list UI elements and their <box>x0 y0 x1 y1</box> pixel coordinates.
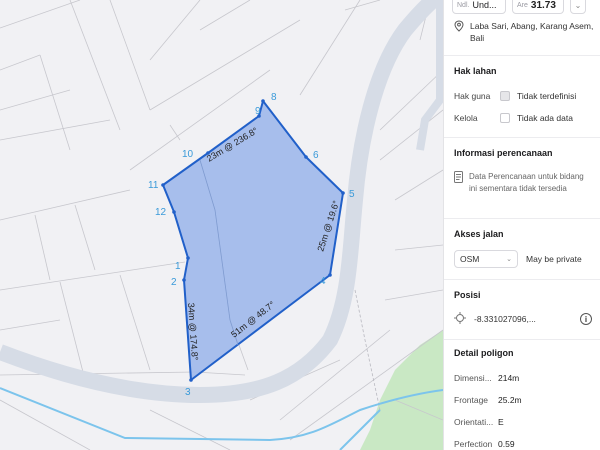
section-title-posisi: Posisi <box>454 290 481 300</box>
vertex-label: 8 <box>271 92 277 103</box>
side-road <box>416 0 443 151</box>
section-title-detail-poligon: Detail poligon <box>454 348 514 358</box>
detail-row: Perfection 0.59 <box>454 438 592 450</box>
map-canvas[interactable]: 1 2 3 4 5 6 8 9 10 11 12 23m @ 236.8° 25… <box>0 0 443 450</box>
chevron-down-icon[interactable]: ⌄ <box>570 0 586 14</box>
vertex-label: 5 <box>349 189 355 200</box>
section-title-perencanaan: Informasi perencanaan <box>454 148 553 158</box>
vertex-label: 11 <box>148 180 159 191</box>
detail-row: Dimensi... 214m <box>454 372 592 384</box>
kelola-value: Tidak ada data <box>517 113 573 123</box>
detail-value: 0.59 <box>498 439 515 449</box>
divider <box>444 137 600 138</box>
hak-guna-label: Hak guna <box>454 91 491 101</box>
detail-value: 214m <box>498 373 520 383</box>
road-source-select[interactable]: OSM ⌄ <box>454 250 518 268</box>
hak-guna-checkbox[interactable] <box>500 91 510 101</box>
section-title-akses-jalan: Akses jalan <box>454 229 504 239</box>
section-title-hak-lahan: Hak lahan <box>454 66 497 76</box>
vertex-label: 2 <box>171 277 177 288</box>
vertex-label: 9 <box>255 106 261 117</box>
akses-row: OSM ⌄ May be private <box>454 250 592 268</box>
area-label: Are <box>517 1 528 9</box>
area-field[interactable]: Are 31.73 <box>512 0 564 14</box>
road-source-value: OSM <box>460 254 480 264</box>
vertex-label: 1 <box>175 261 181 272</box>
vertex-label: 3 <box>185 387 191 398</box>
map-pin-icon <box>454 20 464 44</box>
road-access-note: May be private <box>526 254 582 264</box>
detail-key: Frontage <box>454 395 489 405</box>
parcel-detail-panel: Ndl. Und... Are 31.73 ⌄ Laba Sari, Abang… <box>443 0 600 450</box>
divider <box>444 55 600 56</box>
vertex-label: 4 <box>320 276 326 287</box>
detail-row: Orientati... E <box>454 416 592 428</box>
kelola-label: Kelola <box>454 113 478 123</box>
position-value[interactable]: -8.331027096,... <box>474 314 536 324</box>
unit-value: Und... <box>472 0 497 10</box>
park-area <box>360 330 443 450</box>
detail-key: Dimensi... <box>454 373 492 383</box>
position-row: -8.331027096,... i <box>454 312 592 326</box>
perencanaan-text: Data Perencanaan untuk bidang ini sement… <box>469 172 584 193</box>
unit-area-row: Ndl. Und... Are 31.73 ⌄ <box>452 0 596 14</box>
divider <box>444 339 600 340</box>
document-icon <box>454 171 463 195</box>
divider <box>444 218 600 219</box>
detail-key: Orientati... <box>454 417 494 427</box>
footpath <box>354 289 381 411</box>
hak-guna-row: Hak guna Tidak terdefinisi <box>454 89 592 103</box>
area-value: 31.73 <box>530 0 556 11</box>
location-text: Laba Sari, Abang, Karang Asem, Bali <box>470 21 594 43</box>
location-block: Laba Sari, Abang, Karang Asem, Bali <box>454 20 594 44</box>
chevron-down-icon: ⌄ <box>506 256 512 263</box>
kelola-row: Kelola Tidak ada data <box>454 111 592 125</box>
info-icon[interactable]: i <box>580 313 592 325</box>
crosshair-icon <box>454 312 466 326</box>
hak-guna-value: Tidak terdefinisi <box>517 91 577 101</box>
unit-select[interactable]: Ndl. Und... <box>452 0 506 14</box>
app-root: 1 2 3 4 5 6 8 9 10 11 12 23m @ 236.8° 25… <box>0 0 600 450</box>
detail-row: Frontage 25.2m <box>454 394 592 406</box>
unit-label: Ndl. <box>457 1 470 9</box>
vertex-label: 10 <box>182 149 194 160</box>
kelola-checkbox[interactable] <box>500 113 510 123</box>
map-svg[interactable]: 1 2 3 4 5 6 8 9 10 11 12 23m @ 236.8° 25… <box>0 0 443 450</box>
perencanaan-info: Data Perencanaan untuk bidang ini sement… <box>454 171 592 195</box>
vertex-label: 12 <box>155 207 167 218</box>
vertex-label: 6 <box>313 150 319 161</box>
detail-key: Perfection <box>454 439 493 449</box>
divider <box>444 279 600 280</box>
detail-value: E <box>498 417 504 427</box>
detail-value: 25.2m <box>498 395 522 405</box>
